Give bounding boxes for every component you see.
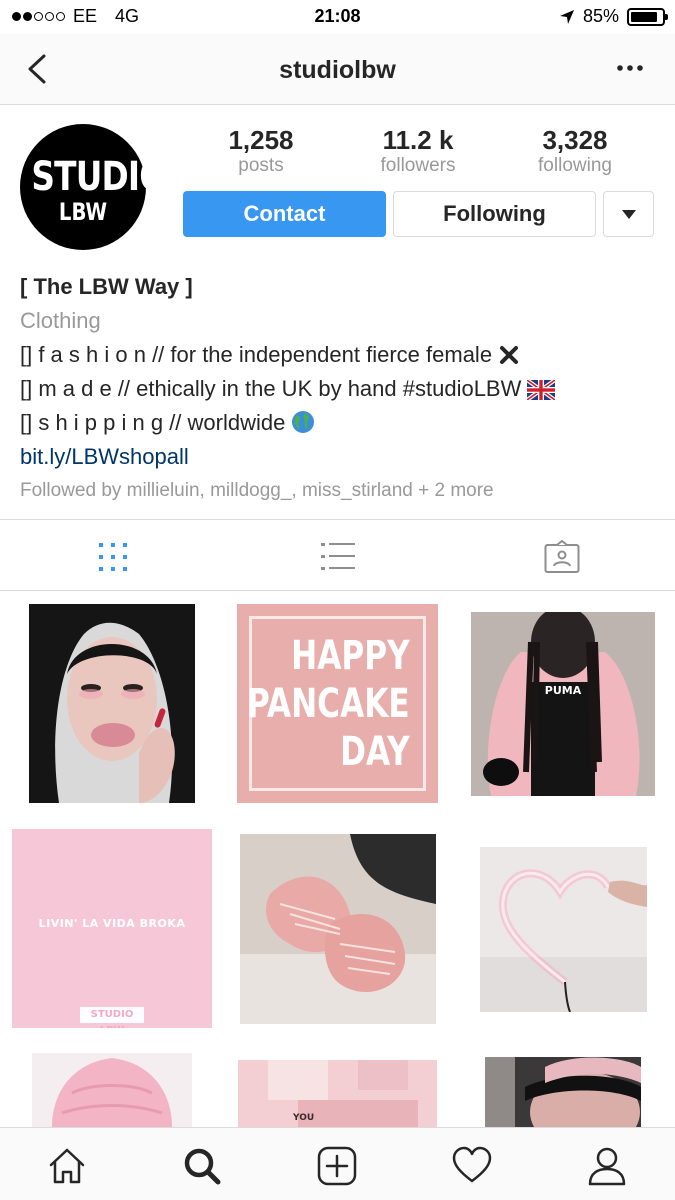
stat-posts[interactable]: 1,258 posts	[191, 124, 331, 176]
vida-brand-label: STUDIO LBW	[80, 1007, 144, 1028]
happy-pancake-text: HAPPY PANCAKE DAY	[247, 632, 410, 776]
bio-link[interactable]: bit.ly/LBWshopall	[20, 440, 660, 474]
search-icon[interactable]	[182, 1146, 222, 1186]
happy-line: DAY	[340, 729, 410, 775]
post-thumbnail[interactable]	[240, 834, 436, 1024]
profile-view-tabs	[0, 519, 675, 591]
bio-category: Clothing	[20, 308, 101, 333]
avatar-logo-line2: LBW	[58, 198, 108, 226]
post-thumbnail[interactable]	[29, 604, 195, 803]
post-thumbnail[interactable]: HAPPY PANCAKE DAY	[237, 604, 438, 803]
following-count: 3,328	[542, 125, 608, 155]
battery-icon	[627, 7, 668, 26]
portrait-photo	[29, 604, 195, 803]
post-thumbnail[interactable]	[485, 1057, 641, 1127]
pink-jacket-photo: PUMA	[471, 612, 655, 796]
following-label: following	[538, 155, 612, 176]
post-thumbnail[interactable]: PUMA	[471, 612, 655, 796]
happy-line: HAPPY	[291, 633, 410, 679]
happy-line: PANCAKE	[247, 681, 410, 727]
post-thumbnail[interactable]	[32, 1053, 192, 1127]
location-arrow-icon	[559, 9, 574, 24]
headband-photo	[485, 1057, 641, 1127]
post-thumbnail[interactable]: LIVIN' LA VIDA BROKA STUDIO LBW	[12, 829, 212, 1028]
posts-label: posts	[238, 155, 284, 176]
home-icon[interactable]	[47, 1146, 87, 1186]
more-options-icon[interactable]	[615, 58, 645, 78]
heart-icon[interactable]	[452, 1146, 492, 1186]
bio-line: [] f a s h i o n // for the independent …	[20, 338, 660, 372]
followed-by-text[interactable]: Followed by millieluin, milldogg_, miss_…	[20, 474, 660, 508]
list-icon[interactable]	[320, 540, 356, 574]
followers-label: followers	[380, 155, 456, 176]
vida-text: LIVIN' LA VIDA BROKA	[38, 917, 186, 930]
globe-icon	[292, 411, 315, 433]
bio-line-text: [] m a d e // ethically in the UK by han…	[20, 376, 522, 401]
uk-flag-icon	[527, 380, 556, 400]
bottom-tab-bar	[0, 1127, 675, 1200]
avatar[interactable]: STUDIO LBW	[20, 124, 167, 250]
add-post-icon[interactable]	[317, 1146, 357, 1186]
puma-logo-text: PUMA	[545, 684, 582, 697]
sneakers-photo	[240, 834, 436, 1024]
neon-heart-photo	[480, 847, 647, 1012]
followers-count: 11.2 k	[382, 125, 454, 155]
status-bar: EE 4G 21:08 85%	[0, 0, 675, 34]
username-title: studiolbw	[279, 56, 396, 84]
post-thumbnail[interactable]	[480, 847, 647, 1012]
pink-puffer-photo	[32, 1053, 192, 1127]
post-thumbnail[interactable]: YOU	[238, 1060, 437, 1127]
bio-name: [ The LBW Way ]	[20, 274, 193, 299]
bio-line: [] m a d e // ethically in the UK by han…	[20, 372, 660, 406]
avatar-logo-line1: STUDIO	[31, 154, 167, 200]
stat-followers[interactable]: 11.2 k followers	[348, 124, 488, 176]
profile-bio: [ The LBW Way ] Clothing [] f a s h i o …	[20, 270, 660, 508]
bio-line-text: [] f a s h i o n // for the independent …	[20, 342, 493, 367]
bio-line: [] s h i p p i n g // worldwide	[20, 406, 660, 440]
battery-percent: 85%	[582, 6, 619, 26]
posts-count: 1,258	[228, 125, 294, 155]
pink-room-photo: YOU	[238, 1060, 437, 1127]
cross-mark-icon	[500, 346, 519, 364]
you-sign-text: YOU	[292, 1113, 314, 1123]
contact-button[interactable]: Contact	[183, 191, 386, 237]
stat-following[interactable]: 3,328 following	[505, 124, 645, 176]
grid-icon[interactable]	[95, 540, 131, 574]
following-button[interactable]: Following	[393, 191, 596, 237]
profile-header-bar: studiolbw	[0, 34, 675, 105]
tagged-photos-icon[interactable]	[544, 540, 580, 574]
caret-down-icon	[621, 209, 636, 219]
bio-line-text: [] s h i p p i n g // worldwide	[20, 410, 286, 435]
suggestions-dropdown-button[interactable]	[603, 191, 654, 237]
profile-icon[interactable]	[587, 1146, 627, 1186]
